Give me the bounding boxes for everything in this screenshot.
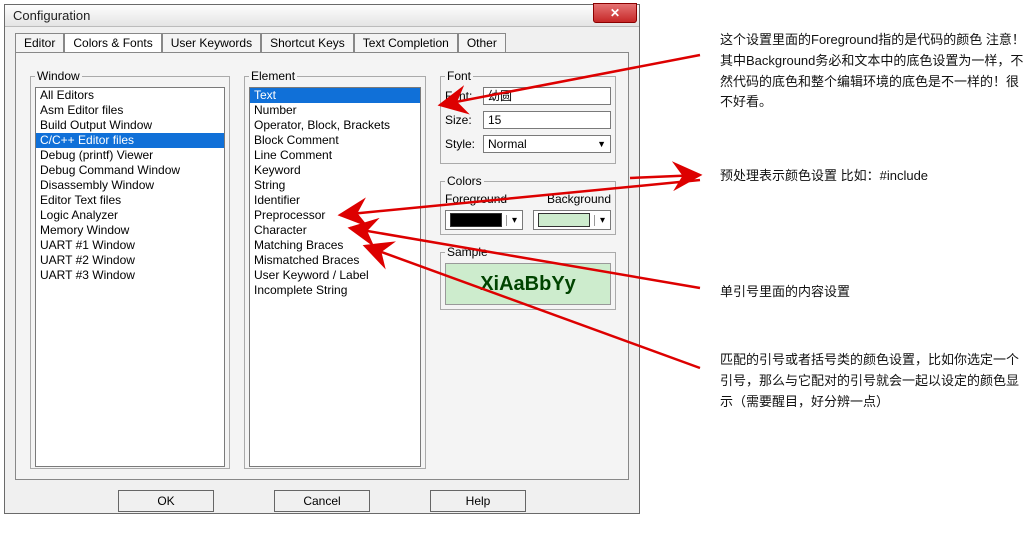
- size-label: Size:: [445, 113, 483, 127]
- list-item[interactable]: Editor Text files: [36, 193, 224, 208]
- list-item[interactable]: Incomplete String: [250, 283, 420, 298]
- background-dropdown-icon[interactable]: ▾: [594, 215, 610, 226]
- background-color-box: [538, 213, 590, 227]
- annotation-3: 单引号里面的内容设置: [720, 282, 1026, 303]
- close-button[interactable]: ✕: [593, 3, 637, 23]
- window-legend: Window: [35, 69, 82, 83]
- list-item[interactable]: Matching Braces: [250, 238, 420, 253]
- sample-group: Sample XiAaBbYy: [440, 245, 616, 310]
- foreground-label: Foreground: [445, 192, 507, 206]
- list-item[interactable]: Debug (printf) Viewer: [36, 148, 224, 163]
- list-item[interactable]: Logic Analyzer: [36, 208, 224, 223]
- list-item[interactable]: Line Comment: [250, 148, 420, 163]
- list-item[interactable]: Mismatched Braces: [250, 253, 420, 268]
- list-item[interactable]: UART #3 Window: [36, 268, 224, 283]
- list-item[interactable]: Build Output Window: [36, 118, 224, 133]
- list-item[interactable]: C/C++ Editor files: [36, 133, 224, 148]
- element-legend: Element: [249, 69, 297, 83]
- list-item[interactable]: UART #1 Window: [36, 238, 224, 253]
- right-column: Font Font: 幼圆 Size: 15 Style: Normal ▼: [440, 69, 616, 469]
- list-item[interactable]: String: [250, 178, 420, 193]
- list-item[interactable]: Character: [250, 223, 420, 238]
- tab-strip: Editor Colors & Fonts User Keywords Shor…: [5, 27, 639, 52]
- tab-other[interactable]: Other: [458, 33, 506, 52]
- close-icon: ✕: [610, 6, 620, 20]
- element-group: Element TextNumberOperator, Block, Brack…: [244, 69, 426, 469]
- sample-box: XiAaBbYy: [445, 263, 611, 305]
- ok-button[interactable]: OK: [118, 490, 214, 512]
- background-label: Background: [547, 192, 611, 206]
- tab-user-keywords[interactable]: User Keywords: [162, 33, 261, 52]
- dialog-title: Configuration: [13, 8, 90, 23]
- list-item[interactable]: Asm Editor files: [36, 103, 224, 118]
- font-label: Font:: [445, 89, 483, 103]
- list-item[interactable]: Memory Window: [36, 223, 224, 238]
- list-item[interactable]: Disassembly Window: [36, 178, 224, 193]
- window-group: Window All EditorsAsm Editor filesBuild …: [30, 69, 230, 469]
- font-group: Font Font: 幼圆 Size: 15 Style: Normal ▼: [440, 69, 616, 164]
- window-listbox[interactable]: All EditorsAsm Editor filesBuild Output …: [35, 87, 225, 467]
- foreground-color-box: [450, 213, 502, 227]
- list-item[interactable]: All Editors: [36, 88, 224, 103]
- font-legend: Font: [445, 69, 473, 83]
- list-item[interactable]: Keyword: [250, 163, 420, 178]
- style-label: Style:: [445, 137, 483, 151]
- foreground-dropdown-icon[interactable]: ▾: [506, 215, 522, 226]
- colors-group: Colors Foreground Background ▾ ▾: [440, 174, 616, 235]
- configuration-dialog: Configuration ✕ Editor Colors & Fonts Us…: [4, 4, 640, 514]
- annotation-4: 匹配的引号或者括号类的颜色设置，比如你选定一个引号，那么与它配对的引号就会一起以…: [720, 350, 1026, 412]
- foreground-swatch[interactable]: ▾: [445, 210, 523, 230]
- list-item[interactable]: Preprocessor: [250, 208, 420, 223]
- font-value[interactable]: 幼圆: [483, 87, 611, 105]
- cancel-button[interactable]: Cancel: [274, 490, 370, 512]
- tab-editor[interactable]: Editor: [15, 33, 64, 52]
- button-row: OK Cancel Help: [15, 486, 629, 520]
- list-item[interactable]: User Keyword / Label: [250, 268, 420, 283]
- tab-content: Window All EditorsAsm Editor filesBuild …: [15, 52, 629, 480]
- help-button[interactable]: Help: [430, 490, 526, 512]
- style-dropdown[interactable]: Normal ▼: [483, 135, 611, 153]
- list-item[interactable]: Block Comment: [250, 133, 420, 148]
- colors-legend: Colors: [445, 174, 484, 188]
- list-item[interactable]: Text: [250, 88, 420, 103]
- tab-text-completion[interactable]: Text Completion: [354, 33, 458, 52]
- tab-colors-fonts[interactable]: Colors & Fonts: [64, 33, 161, 52]
- list-item[interactable]: Identifier: [250, 193, 420, 208]
- tab-shortcut-keys[interactable]: Shortcut Keys: [261, 33, 354, 52]
- titlebar: Configuration ✕: [5, 5, 639, 27]
- style-value: Normal: [488, 136, 527, 152]
- annotation-1: 这个设置里面的Foreground指的是代码的颜色 注意！其中Backgroun…: [720, 30, 1026, 113]
- background-swatch[interactable]: ▾: [533, 210, 611, 230]
- chevron-down-icon: ▼: [597, 136, 606, 152]
- list-item[interactable]: Number: [250, 103, 420, 118]
- annotation-2: 预处理表示颜色设置 比如：#include: [720, 166, 1026, 187]
- element-listbox[interactable]: TextNumberOperator, Block, BracketsBlock…: [249, 87, 421, 467]
- list-item[interactable]: Debug Command Window: [36, 163, 224, 178]
- list-item[interactable]: UART #2 Window: [36, 253, 224, 268]
- list-item[interactable]: Operator, Block, Brackets: [250, 118, 420, 133]
- size-value[interactable]: 15: [483, 111, 611, 129]
- sample-legend: Sample: [445, 245, 490, 259]
